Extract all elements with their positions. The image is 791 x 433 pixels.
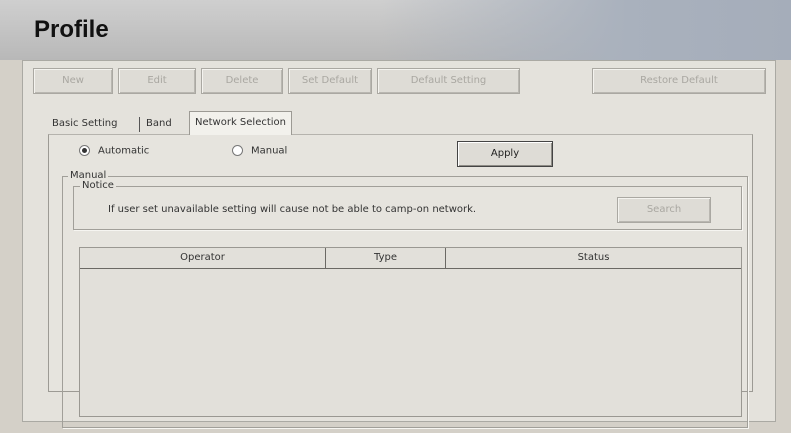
tab-divider [139, 117, 140, 132]
notice-message: If user set unavailable setting will cau… [108, 204, 477, 215]
header-gradient-decoration [380, 0, 791, 60]
table-header-row: Operator Type Status [80, 248, 741, 269]
set-default-button[interactable]: Set Default [288, 68, 372, 94]
column-header-operator[interactable]: Operator [80, 248, 326, 268]
tab-network-selection[interactable]: Network Selection [189, 111, 293, 135]
column-header-type[interactable]: Type [326, 248, 446, 268]
delete-button[interactable]: Delete [201, 68, 283, 94]
column-header-status[interactable]: Status [446, 248, 741, 268]
manual-radio-option[interactable]: Manual [232, 145, 287, 161]
automatic-label: Automatic [98, 145, 150, 157]
default-setting-button[interactable]: Default Setting [377, 68, 520, 94]
operator-table[interactable]: Operator Type Status [79, 247, 742, 417]
edit-button[interactable]: Edit [118, 68, 196, 94]
automatic-radio-option[interactable]: Automatic [79, 145, 149, 161]
radio-unchecked-icon [232, 145, 243, 156]
notice-group-label: Notice [80, 180, 116, 192]
tab-band[interactable]: Band [146, 114, 172, 134]
radio-checked-icon [79, 145, 90, 156]
new-button[interactable]: New [33, 68, 113, 94]
profile-header: Profile [0, 0, 791, 60]
restore-default-button[interactable]: Restore Default [592, 68, 766, 94]
apply-button[interactable]: Apply [457, 141, 553, 167]
search-button[interactable]: Search [617, 197, 711, 223]
page-title: Profile [34, 16, 109, 43]
tab-basic-setting[interactable]: Basic Setting [52, 114, 117, 134]
manual-label: Manual [251, 145, 288, 157]
